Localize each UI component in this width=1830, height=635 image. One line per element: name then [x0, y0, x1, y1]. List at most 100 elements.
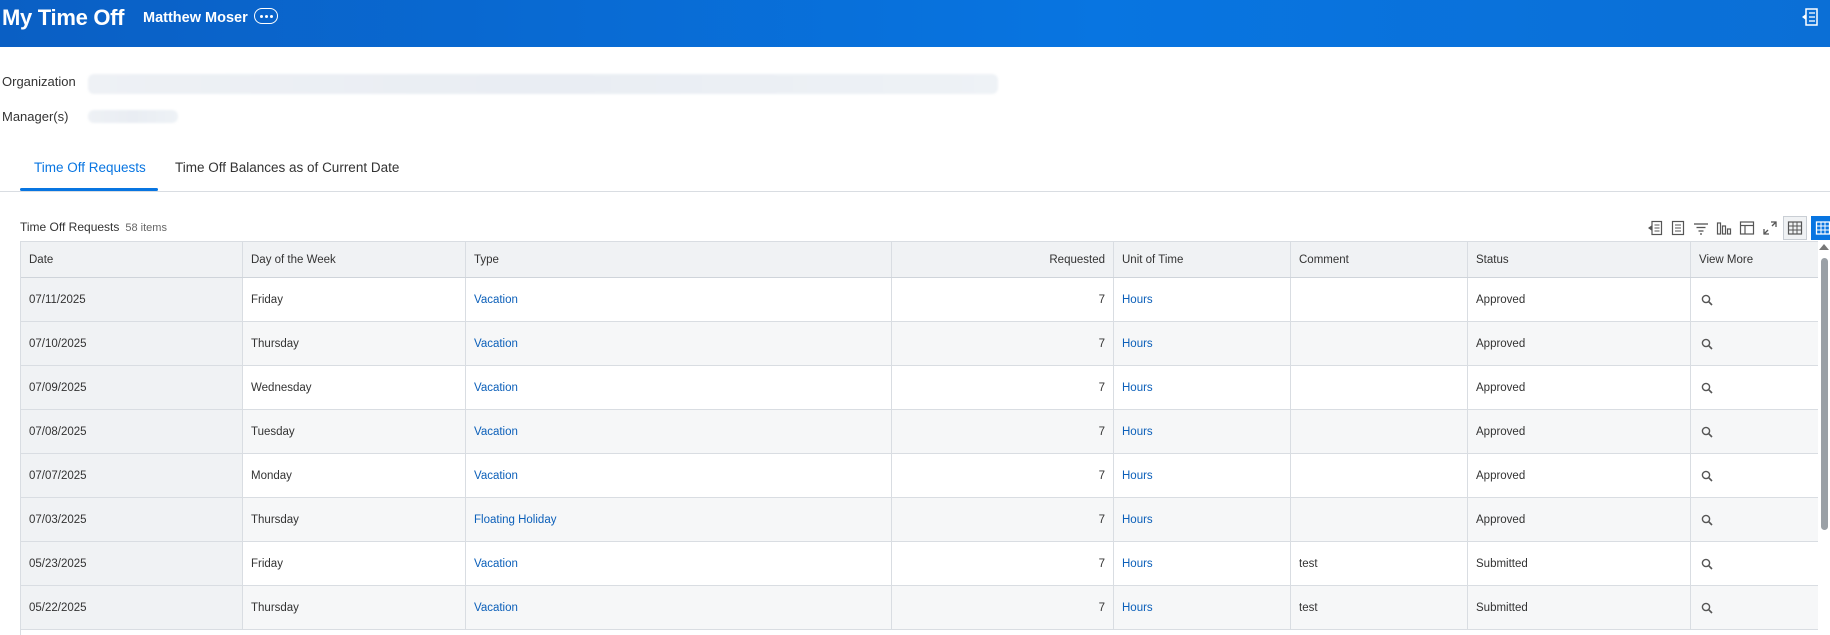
cell-unit-link[interactable]: Hours — [1114, 498, 1291, 541]
cell-type-link[interactable]: Vacation — [466, 454, 892, 497]
chart-icon[interactable] — [1714, 219, 1733, 238]
column-header-day[interactable]: Day of the Week — [243, 242, 466, 277]
cell-date: 07/10/2025 — [21, 322, 243, 365]
managers-label: Manager(s) — [2, 109, 69, 124]
cell-date: 05/22/2025 — [21, 586, 243, 629]
export-to-excel-icon[interactable] — [1645, 219, 1664, 238]
cell-unit-link[interactable]: Hours — [1114, 366, 1291, 409]
magnifier-icon[interactable] — [1701, 338, 1713, 350]
column-header-status[interactable]: Status — [1468, 242, 1691, 277]
cell-comment — [1291, 498, 1468, 541]
cell-day-of-week: Thursday — [243, 498, 466, 541]
magnifier-icon[interactable] — [1701, 382, 1713, 394]
cell-type-link[interactable]: Floating Holiday — [466, 498, 892, 541]
cell-day-of-week: Monday — [243, 454, 466, 497]
export-icon[interactable] — [1801, 7, 1819, 27]
cell-unit-link[interactable]: Hours — [1114, 278, 1291, 321]
cell-requested: 7 — [892, 586, 1114, 629]
tab-time-off-requests[interactable]: Time Off Requests — [34, 160, 146, 175]
cell-comment — [1291, 322, 1468, 365]
column-header-requested[interactable]: Requested — [892, 242, 1114, 277]
column-header-unit[interactable]: Unit of Time — [1114, 242, 1291, 277]
worker-name[interactable]: Matthew Moser — [143, 10, 248, 26]
magnifier-icon[interactable] — [1701, 602, 1713, 614]
cell-date: 07/11/2025 — [21, 278, 243, 321]
tab-bar: Time Off Requests Time Off Balances as o… — [0, 150, 1830, 192]
export-to-pdf-icon[interactable] — [1668, 219, 1687, 238]
cell-type-link[interactable]: Vacation — [466, 322, 892, 365]
cell-view-more — [1691, 322, 1819, 365]
cell-type-link[interactable]: Vacation — [466, 366, 892, 409]
table-row: 07/11/2025 Friday Vacation 7 Hours Approved — [21, 278, 1819, 322]
cell-requested: 7 — [892, 278, 1114, 321]
cell-requested: 7 — [892, 454, 1114, 497]
cell-view-more — [1691, 366, 1819, 409]
cell-status: Submitted — [1468, 586, 1691, 629]
table-row: 05/22/2025 Thursday Vacation 7 Hours test Subm… — [21, 586, 1819, 630]
filter-icon[interactable] — [1691, 219, 1710, 238]
cell-status: Approved — [1468, 454, 1691, 497]
cell-comment — [1291, 366, 1468, 409]
cell-comment — [1291, 278, 1468, 321]
column-header-type[interactable]: Type — [466, 242, 892, 277]
table-row: 05/23/2025 Friday Vacation 7 Hours test Submit… — [21, 542, 1819, 586]
cell-type-link[interactable]: Vacation — [466, 586, 892, 629]
cell-day-of-week: Thursday — [243, 586, 466, 629]
magnifier-icon[interactable] — [1701, 514, 1713, 526]
cell-type-link[interactable]: Vacation — [466, 278, 892, 321]
magnifier-icon[interactable] — [1701, 426, 1713, 438]
table-row: 07/10/2025 Thursday Vacation 7 Hours Approved — [21, 322, 1819, 366]
cell-date: 07/07/2025 — [21, 454, 243, 497]
cell-date: 07/09/2025 — [21, 366, 243, 409]
column-layout-icon[interactable] — [1737, 219, 1756, 238]
grid-title: Time Off Requests 58 items — [20, 220, 167, 234]
column-header-comment[interactable]: Comment — [1291, 242, 1468, 277]
organization-value-redacted — [88, 74, 998, 94]
tab-time-off-balances[interactable]: Time Off Balances as of Current Date — [175, 160, 399, 175]
grid-view-toggle[interactable] — [1811, 216, 1830, 240]
cell-status: Approved — [1468, 410, 1691, 453]
cell-date: 07/03/2025 — [21, 498, 243, 541]
cell-status: Submitted — [1468, 542, 1691, 585]
cell-unit-link[interactable]: Hours — [1114, 322, 1291, 365]
cell-requested: 7 — [892, 542, 1114, 585]
grid-toolbar — [1645, 216, 1830, 240]
cell-view-more — [1691, 410, 1819, 453]
magnifier-icon[interactable] — [1701, 294, 1713, 306]
cell-view-more — [1691, 454, 1819, 497]
table-row: 07/03/2025 Thursday Floating Holiday 7 Hours… — [21, 498, 1819, 542]
cell-unit-link[interactable]: Hours — [1114, 586, 1291, 629]
cell-view-more — [1691, 586, 1819, 629]
organization-label: Organization — [2, 74, 76, 89]
managers-value-redacted — [88, 110, 178, 123]
grid-title-text: Time Off Requests — [20, 220, 120, 234]
cell-status: Approved — [1468, 498, 1691, 541]
cell-unit-link[interactable]: Hours — [1114, 454, 1291, 497]
table-view-toggle[interactable] — [1783, 216, 1807, 240]
cell-date: 05/23/2025 — [21, 542, 243, 585]
column-header-date[interactable]: Date — [21, 242, 243, 277]
cell-type-link[interactable]: Vacation — [466, 542, 892, 585]
magnifier-icon[interactable] — [1701, 470, 1713, 482]
cell-unit-link[interactable]: Hours — [1114, 410, 1291, 453]
magnifier-icon[interactable] — [1701, 558, 1713, 570]
cell-requested: 7 — [892, 498, 1114, 541]
cell-unit-link[interactable]: Hours — [1114, 542, 1291, 585]
cell-day-of-week: Wednesday — [243, 366, 466, 409]
scroll-up-arrow[interactable] — [1819, 244, 1829, 250]
cell-view-more — [1691, 542, 1819, 585]
page-header: My Time Off Matthew Moser — [0, 0, 1830, 47]
cell-requested: 7 — [892, 322, 1114, 365]
related-actions-icon[interactable] — [254, 8, 278, 24]
fullscreen-icon[interactable] — [1760, 219, 1779, 238]
active-tab-indicator — [20, 188, 158, 191]
cell-comment — [1291, 410, 1468, 453]
scrollbar-thumb[interactable] — [1821, 258, 1828, 530]
grid-item-count: 58 items — [125, 222, 167, 234]
cell-date: 07/08/2025 — [21, 410, 243, 453]
cell-comment: test — [1291, 542, 1468, 585]
cell-day-of-week: Friday — [243, 542, 466, 585]
cell-day-of-week: Thursday — [243, 322, 466, 365]
column-header-view-more[interactable]: View More — [1691, 242, 1819, 277]
cell-type-link[interactable]: Vacation — [466, 410, 892, 453]
